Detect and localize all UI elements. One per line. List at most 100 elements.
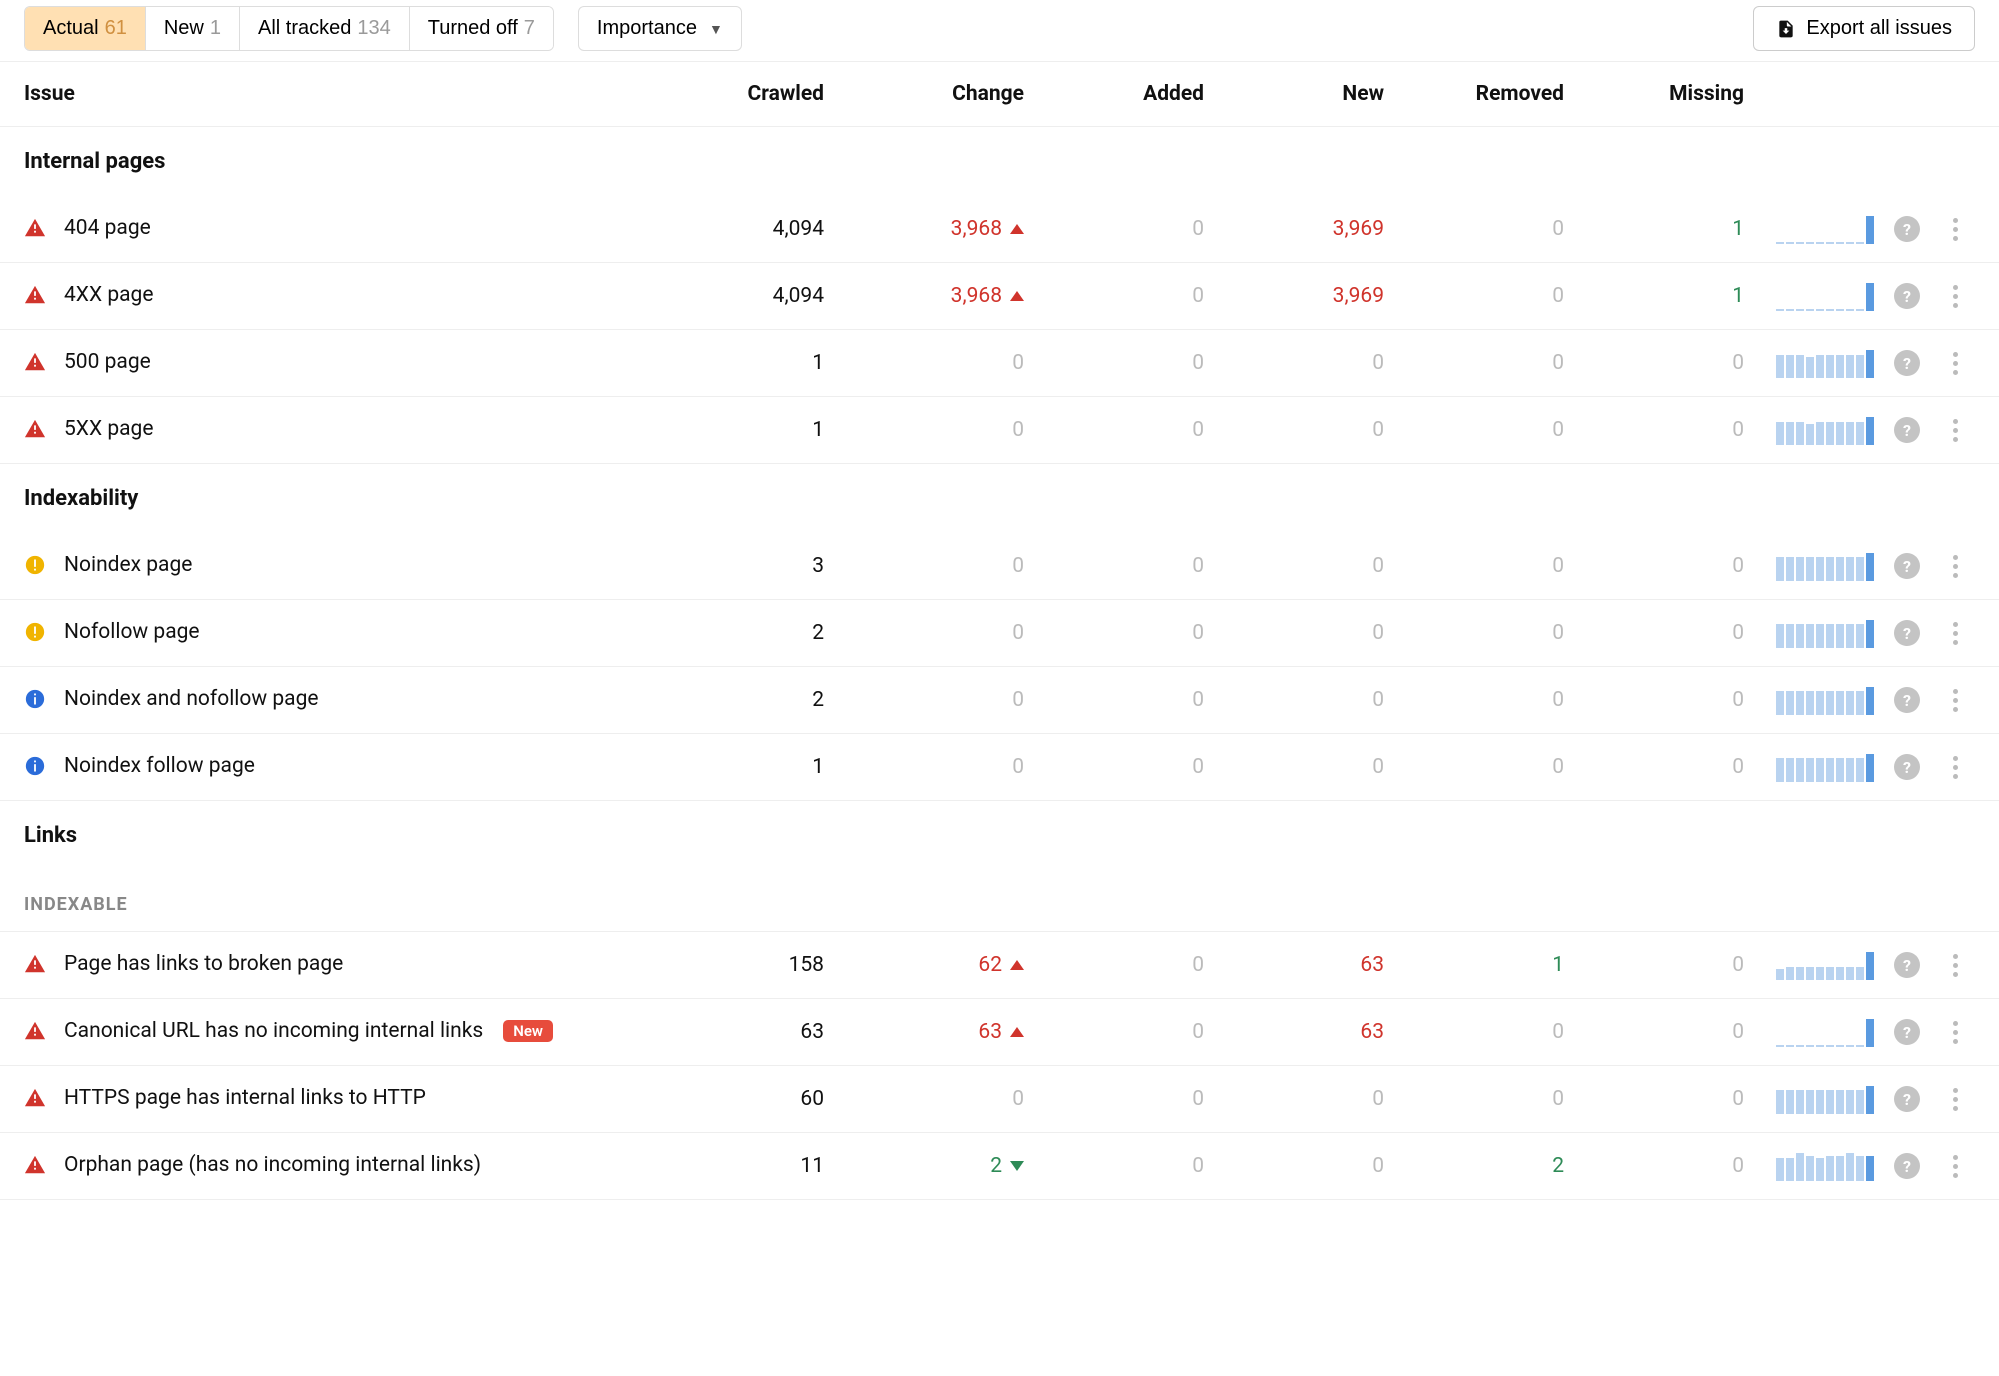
cell-value: 0 [1584, 688, 1764, 712]
help-icon[interactable]: ? [1894, 553, 1920, 579]
cell-value: 3 [684, 554, 844, 578]
cell-value: 63 [978, 1020, 1002, 1044]
tab-all-tracked[interactable]: All tracked 134 [240, 7, 410, 50]
tab-turned-off[interactable]: Turned off 7 [410, 7, 553, 50]
table-row[interactable]: HTTPS page has internal links to HTTP 60… [0, 1066, 1999, 1133]
more-menu-button[interactable] [1944, 620, 1966, 646]
cell-value: 158 [684, 953, 844, 977]
chevron-down-icon: ▼ [709, 21, 723, 37]
more-menu-button[interactable] [1944, 216, 1966, 242]
cell-value: 62 [978, 953, 1002, 977]
cell-value: 2 [990, 1154, 1002, 1178]
table-row[interactable]: 5XX page 1 0 0 0 0 0 ? [0, 397, 1999, 464]
cell-value: 0 [1044, 284, 1224, 308]
help-icon[interactable]: ? [1894, 283, 1920, 309]
sparkline [1764, 281, 1874, 311]
cell-value: 0 [1404, 217, 1584, 241]
cell-value: 2 [684, 621, 844, 645]
cell-value: 3,968 [951, 284, 1002, 308]
help-icon[interactable]: ? [1894, 620, 1920, 646]
critical-icon [24, 284, 46, 306]
table-header-row: Issue Crawled Change Added New Removed M… [0, 61, 1999, 127]
issue-label: Orphan page (has no incoming internal li… [64, 1152, 481, 1179]
more-menu-button[interactable] [1944, 417, 1966, 443]
cell-value: 0 [1224, 351, 1404, 375]
more-menu-button[interactable] [1944, 1019, 1966, 1045]
help-icon[interactable]: ? [1894, 1086, 1920, 1112]
table-row[interactable]: Noindex page 3 0 0 0 0 0 ? [0, 533, 1999, 600]
cell-value: 1 [684, 351, 844, 375]
help-icon[interactable]: ? [1894, 687, 1920, 713]
help-icon[interactable]: ? [1894, 417, 1920, 443]
cell-value: 0 [1584, 1020, 1764, 1044]
cell-value: 60 [684, 1087, 844, 1111]
critical-icon [24, 1154, 46, 1176]
issue-label: 500 page [64, 349, 151, 376]
table-row[interactable]: 404 page 4,094 3,968 0 3,969 0 1 ? [0, 196, 1999, 263]
critical-icon [24, 351, 46, 373]
help-icon[interactable]: ? [1894, 350, 1920, 376]
table-row[interactable]: Noindex and nofollow page 2 0 0 0 0 0 ? [0, 667, 1999, 734]
table-row[interactable]: 4XX page 4,094 3,968 0 3,969 0 1 ? [0, 263, 1999, 330]
cell-value: 0 [1404, 1020, 1584, 1044]
sparkline [1764, 1084, 1874, 1114]
cell-value: 0 [1224, 755, 1404, 779]
tab-count: 134 [357, 17, 390, 40]
section-header: Links [0, 801, 1999, 870]
export-label: Export all issues [1806, 17, 1952, 40]
tab-label: All tracked [258, 17, 351, 40]
table-row[interactable]: Orphan page (has no incoming internal li… [0, 1133, 1999, 1200]
cell-value: 0 [1584, 755, 1764, 779]
cell-value: 4,094 [684, 217, 844, 241]
export-button[interactable]: Export all issues [1753, 6, 1975, 51]
cell-value: 1 [1584, 284, 1764, 308]
more-menu-button[interactable] [1944, 952, 1966, 978]
help-icon[interactable]: ? [1894, 1019, 1920, 1045]
help-icon[interactable]: ? [1894, 952, 1920, 978]
tab-new[interactable]: New 1 [146, 7, 240, 50]
help-icon[interactable]: ? [1894, 216, 1920, 242]
table-row[interactable]: Canonical URL has no incoming internal l… [0, 999, 1999, 1066]
cell-value: 4,094 [684, 284, 844, 308]
cell-value: 0 [1044, 953, 1224, 977]
cell-value: 0 [1012, 554, 1024, 578]
more-menu-button[interactable] [1944, 1153, 1966, 1179]
table-row[interactable]: Page has links to broken page 158 62 0 6… [0, 932, 1999, 999]
cell-value: 0 [1044, 418, 1224, 442]
critical-icon [24, 418, 46, 440]
issue-label: Page has links to broken page [64, 951, 343, 978]
col-header-issue: Issue [24, 82, 684, 106]
help-icon[interactable]: ? [1894, 754, 1920, 780]
table-row[interactable]: Noindex follow page 1 0 0 0 0 0 ? [0, 734, 1999, 801]
sparkline [1764, 752, 1874, 782]
cell-value: 3,969 [1224, 284, 1404, 308]
more-menu-button[interactable] [1944, 283, 1966, 309]
more-menu-button[interactable] [1944, 754, 1966, 780]
critical-icon [24, 1020, 46, 1042]
more-menu-button[interactable] [1944, 1086, 1966, 1112]
cell-value: 1 [1404, 953, 1584, 977]
more-menu-button[interactable] [1944, 687, 1966, 713]
issue-label: Noindex page [64, 552, 192, 579]
critical-icon [24, 1087, 46, 1109]
toolbar: Actual 61 New 1 All tracked 134 Turned o… [0, 0, 1999, 61]
more-menu-button[interactable] [1944, 350, 1966, 376]
cell-value: 0 [1044, 621, 1224, 645]
help-icon[interactable]: ? [1894, 1153, 1920, 1179]
cell-value: 63 [1224, 1020, 1404, 1044]
tab-label: Turned off [428, 17, 518, 40]
sort-dropdown[interactable]: Importance ▼ [578, 6, 742, 51]
cell-value: 1 [1584, 217, 1764, 241]
tab-label: New [164, 17, 204, 40]
issue-label: Canonical URL has no incoming internal l… [64, 1018, 483, 1045]
cell-value: 0 [1404, 284, 1584, 308]
cell-value: 0 [1584, 351, 1764, 375]
table-row[interactable]: 500 page 1 0 0 0 0 0 ? [0, 330, 1999, 397]
col-header-crawled: Crawled [684, 82, 844, 106]
cell-value: 0 [1012, 418, 1024, 442]
col-header-missing: Missing [1584, 82, 1764, 106]
table-row[interactable]: Nofollow page 2 0 0 0 0 0 ? [0, 600, 1999, 667]
more-menu-button[interactable] [1944, 553, 1966, 579]
tab-actual[interactable]: Actual 61 [25, 7, 146, 50]
trend-down-icon [1010, 1161, 1024, 1171]
